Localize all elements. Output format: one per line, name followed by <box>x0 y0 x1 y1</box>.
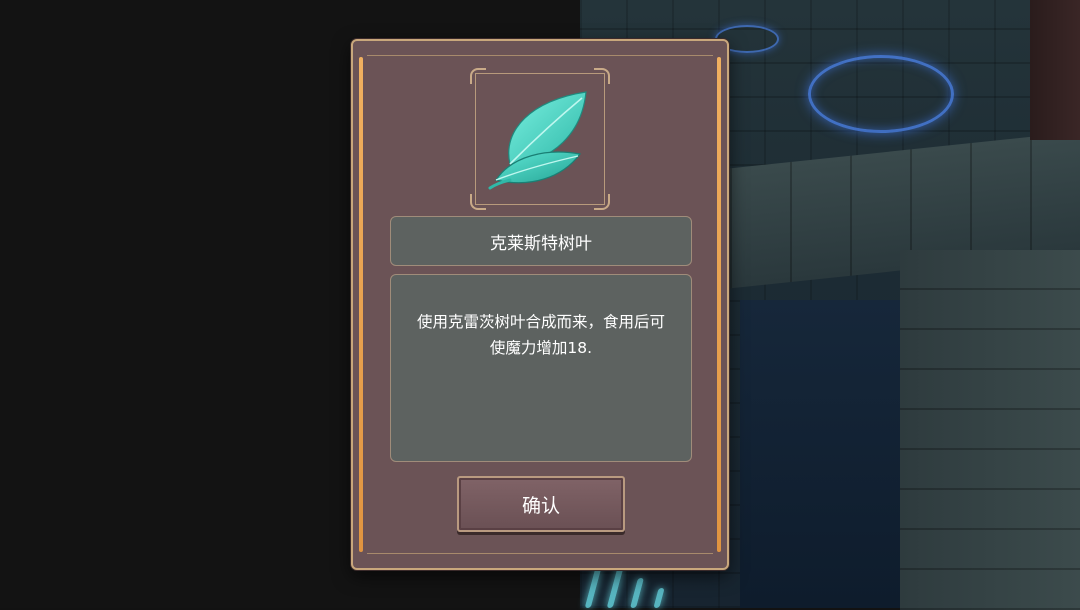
confirm-button[interactable]: 确认 <box>457 476 625 532</box>
dungeon-corridor <box>740 300 920 608</box>
item-name: 克莱斯特树叶 <box>490 233 592 254</box>
stone-wall-right <box>900 250 1080 610</box>
top-divider <box>367 55 713 56</box>
item-name-box: 克莱斯特树叶 <box>390 216 692 266</box>
item-icon-frame <box>470 68 610 210</box>
teal-leaf-icon <box>488 91 587 190</box>
left-accent-bar <box>359 57 363 552</box>
item-description-box: 使用克雷茨树叶合成而来，食用后可使魔力增加18. <box>390 274 692 462</box>
right-accent-bar <box>717 57 721 552</box>
confirm-button-label: 确认 <box>521 494 560 517</box>
item-info-dialog: 克莱斯特树叶 使用克雷茨树叶合成而来，食用后可使魔力增加18. 确认 <box>351 39 729 570</box>
wooden-pillar <box>1030 0 1080 140</box>
bottom-divider <box>367 553 713 554</box>
magic-circle <box>808 55 954 133</box>
item-description: 使用克雷茨树叶合成而来，食用后可使魔力增加18. <box>416 313 665 357</box>
